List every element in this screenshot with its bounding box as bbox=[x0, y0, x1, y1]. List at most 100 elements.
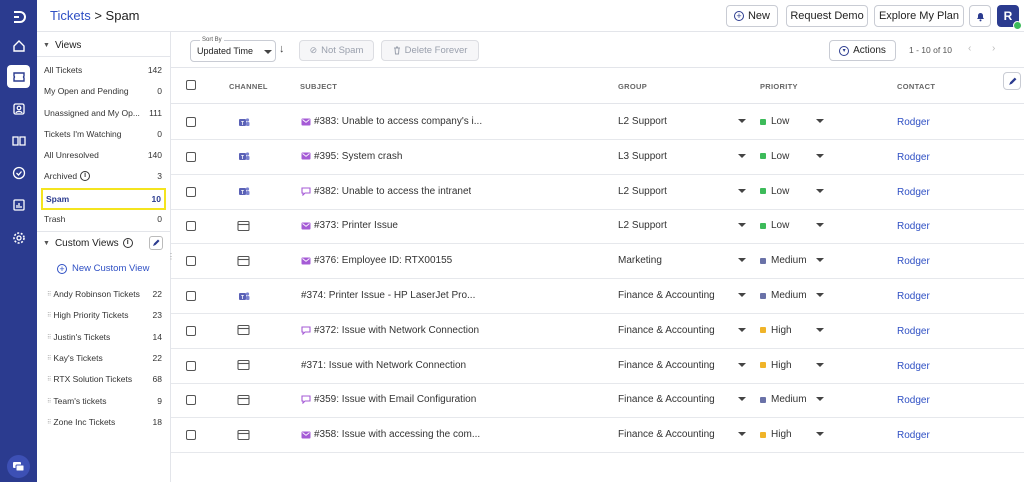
knowledge-base-icon[interactable] bbox=[7, 129, 30, 152]
view-spam[interactable]: Spam 10 bbox=[41, 188, 166, 210]
drag-handle-icon[interactable]: ⠿ bbox=[47, 419, 52, 426]
custom-view-kays[interactable]: ⠿ Kay's Tickets 22 bbox=[47, 350, 162, 366]
priority-dropdown-icon[interactable] bbox=[816, 153, 824, 158]
custom-view-rtx-solution[interactable]: ⠿ RTX Solution Tickets 68 bbox=[47, 371, 162, 387]
group-dropdown-icon[interactable] bbox=[738, 432, 746, 437]
view-archived[interactable]: Archived i 3 bbox=[44, 168, 162, 184]
drag-handle-icon[interactable]: ⠿ bbox=[47, 334, 52, 341]
contact-link[interactable]: Rodger bbox=[897, 326, 930, 337]
priority-dropdown-icon[interactable] bbox=[816, 119, 824, 123]
contact-link[interactable]: Rodger bbox=[897, 291, 930, 302]
select-all-checkbox[interactable] bbox=[186, 80, 196, 90]
breadcrumb-tickets-link[interactable]: Tickets bbox=[50, 8, 91, 23]
chat-icon[interactable] bbox=[7, 455, 30, 478]
prev-page-icon[interactable]: ‹ bbox=[968, 43, 971, 54]
contact-link[interactable]: Rodger bbox=[897, 430, 930, 441]
row-checkbox[interactable] bbox=[186, 430, 196, 441]
custom-view-justins[interactable]: ⠿ Justin's Tickets 14 bbox=[47, 329, 162, 345]
row-checkbox[interactable] bbox=[186, 186, 196, 197]
group-dropdown-icon[interactable] bbox=[738, 223, 746, 228]
drag-handle-icon[interactable]: ⠿ bbox=[47, 376, 52, 383]
priority-dropdown-icon[interactable] bbox=[816, 362, 824, 367]
views-section-header[interactable]: ▼ Views bbox=[37, 34, 170, 56]
explore-plan-button[interactable]: Explore My Plan bbox=[874, 5, 964, 27]
tickets-icon[interactable] bbox=[7, 65, 30, 88]
ticket-subject-link[interactable]: #373: Printer Issue bbox=[301, 220, 398, 231]
priority-dropdown-icon[interactable] bbox=[816, 188, 824, 193]
info-icon[interactable]: i bbox=[122, 238, 133, 248]
view-tickets-im-watching[interactable]: Tickets I'm Watching 0 bbox=[44, 126, 162, 142]
ticket-subject-link[interactable]: #376: Employee ID: RTX00155 bbox=[301, 255, 452, 266]
row-checkbox[interactable] bbox=[186, 395, 196, 406]
ticket-subject-link[interactable]: #372: Issue with Network Connection bbox=[301, 325, 479, 336]
group-dropdown-icon[interactable] bbox=[738, 188, 746, 193]
sort-direction-button[interactable]: ↓ bbox=[279, 43, 285, 55]
group-dropdown-icon[interactable] bbox=[738, 119, 746, 123]
contact-link[interactable]: Rodger bbox=[897, 117, 930, 128]
custom-view-teams[interactable]: ⠿ Team's tickets 9 bbox=[47, 393, 162, 409]
reports-icon[interactable] bbox=[7, 193, 30, 216]
tasks-icon[interactable] bbox=[7, 161, 30, 184]
priority-dropdown-icon[interactable] bbox=[816, 432, 824, 437]
row-checkbox[interactable] bbox=[186, 291, 196, 301]
table-row[interactable]: #376: Employee ID: RTX00155 Marketing Medi… bbox=[171, 244, 1024, 280]
table-row[interactable]: T #383: Unable to access company's i... L2… bbox=[171, 105, 1024, 140]
view-all-tickets[interactable]: All Tickets 142 bbox=[44, 62, 162, 78]
contact-link[interactable]: Rodger bbox=[897, 256, 930, 267]
ticket-subject-link[interactable]: #395: System crash bbox=[301, 151, 402, 162]
group-dropdown-icon[interactable] bbox=[738, 258, 746, 263]
edit-columns-button[interactable] bbox=[1003, 72, 1021, 90]
table-row[interactable]: #371: Issue with Network Connection Finan… bbox=[171, 349, 1024, 384]
ticket-subject-link[interactable]: #371: Issue with Network Connection bbox=[301, 360, 466, 371]
row-checkbox[interactable] bbox=[186, 221, 196, 232]
drag-handle-icon[interactable]: ⠿ bbox=[47, 291, 52, 298]
contact-link[interactable]: Rodger bbox=[897, 221, 930, 232]
group-dropdown-icon[interactable] bbox=[738, 397, 746, 402]
row-checkbox[interactable] bbox=[186, 256, 196, 267]
custom-view-andy-robinson[interactable]: ⠿ Andy Robinson Tickets 22 bbox=[47, 286, 162, 302]
delete-forever-button[interactable]: Delete Forever bbox=[381, 40, 479, 61]
new-button[interactable]: + New bbox=[726, 5, 778, 27]
view-my-open-and-pending[interactable]: My Open and Pending 0 bbox=[44, 83, 162, 99]
ticket-subject-link[interactable]: #358: Issue with accessing the com... bbox=[301, 429, 480, 440]
contact-link[interactable]: Rodger bbox=[897, 361, 930, 372]
sort-by-select[interactable]: Sort By Updated Time bbox=[190, 37, 276, 62]
priority-dropdown-icon[interactable] bbox=[816, 327, 824, 332]
ticket-subject-link[interactable]: #382: Unable to access the intranet bbox=[301, 186, 471, 197]
avatar[interactable]: R bbox=[997, 5, 1022, 30]
row-checkbox[interactable] bbox=[186, 325, 196, 336]
row-checkbox[interactable] bbox=[186, 151, 196, 162]
priority-dropdown-icon[interactable] bbox=[816, 293, 824, 297]
not-spam-button[interactable]: ⊘ Not Spam bbox=[299, 40, 374, 61]
home-icon[interactable] bbox=[7, 34, 30, 57]
new-custom-view-link[interactable]: + New Custom View bbox=[57, 263, 149, 274]
logo-icon[interactable] bbox=[7, 5, 30, 28]
actions-button[interactable]: ▾ Actions bbox=[829, 40, 896, 61]
priority-dropdown-icon[interactable] bbox=[816, 258, 824, 263]
priority-dropdown-icon[interactable] bbox=[816, 397, 824, 402]
row-checkbox[interactable] bbox=[186, 360, 196, 371]
contact-link[interactable]: Rodger bbox=[897, 152, 930, 163]
view-unassigned-and-my-open[interactable]: Unassigned and My Op... 111 bbox=[44, 105, 162, 121]
group-dropdown-icon[interactable] bbox=[738, 293, 746, 297]
info-icon[interactable]: i bbox=[80, 171, 91, 181]
ticket-subject-link[interactable]: #374: Printer Issue - HP LaserJet Pro... bbox=[301, 290, 475, 301]
table-row[interactable]: #372: Issue with Network Connection Finan… bbox=[171, 314, 1024, 349]
priority-dropdown-icon[interactable] bbox=[816, 223, 824, 228]
edit-custom-views-button[interactable] bbox=[149, 236, 163, 250]
custom-view-zone-inc[interactable]: ⠿ Zone Inc Tickets 18 bbox=[47, 414, 162, 430]
view-all-unresolved[interactable]: All Unresolved 140 bbox=[44, 147, 162, 163]
custom-view-high-priority[interactable]: ⠿ High Priority Tickets 23 bbox=[47, 307, 162, 323]
notifications-button[interactable] bbox=[969, 5, 991, 27]
drag-handle-icon[interactable]: ⠿ bbox=[47, 398, 52, 405]
view-trash[interactable]: Trash 0 bbox=[44, 211, 162, 227]
group-dropdown-icon[interactable] bbox=[738, 153, 746, 158]
settings-icon[interactable] bbox=[7, 226, 30, 249]
next-page-icon[interactable]: › bbox=[992, 43, 995, 54]
table-row[interactable]: T #382: Unable to access the intranet L2 S… bbox=[171, 175, 1024, 210]
group-dropdown-icon[interactable] bbox=[738, 362, 746, 367]
drag-handle-icon[interactable]: ⠿ bbox=[47, 355, 52, 362]
table-row[interactable]: T #395: System crash L3 Support Low Rodger bbox=[171, 140, 1024, 175]
contact-link[interactable]: Rodger bbox=[897, 187, 930, 198]
drag-handle-icon[interactable]: ⠿ bbox=[47, 312, 52, 319]
